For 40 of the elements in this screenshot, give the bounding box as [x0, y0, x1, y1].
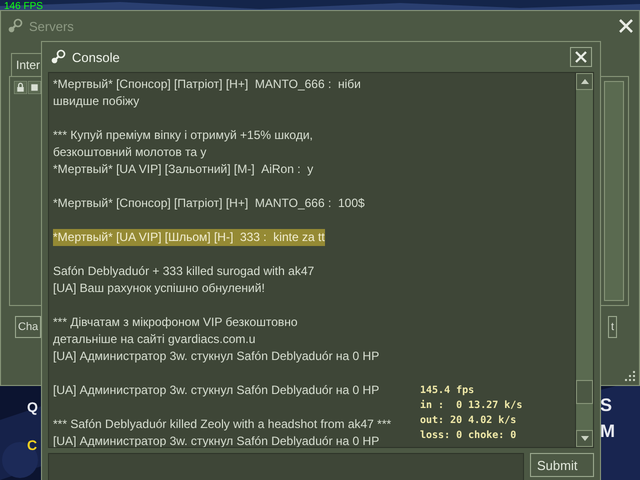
menu-text[interactable]: Q	[27, 397, 38, 417]
scroll-up-button[interactable]	[576, 73, 593, 90]
console-line: безкоштовний молотов та у	[53, 144, 206, 161]
down-arrow-icon	[580, 436, 588, 441]
console-line: *** Купуй преміум віпку і отримуй +15% шкоди,	[53, 127, 313, 144]
menu-text[interactable]: S	[600, 395, 615, 415]
console-line: *** Дівчатам з мікрофоном VIP безкоштовно	[53, 314, 298, 331]
net-graph-text: out: 20 4.02 k/s	[420, 414, 518, 428]
server-button[interactable]: Cha	[15, 316, 42, 338]
console-line: детальніше на сайті gvardiacs.com.u	[53, 331, 256, 348]
console-line: Safón Deblyaduór + 333 killed surogad with ak47	[53, 263, 314, 280]
net-graph-text: 145.4 fps	[420, 384, 476, 398]
close-icon	[575, 51, 587, 63]
menu-text[interactable]: M	[600, 421, 615, 441]
console-line: [UA] Администратор 3w. стукнул Safón Deblyaduór на 0 HP	[53, 382, 380, 399]
scrollbar[interactable]	[604, 81, 624, 301]
net-graph-text: in : 0 13.27 k/s	[420, 398, 522, 413]
command-input[interactable]	[48, 453, 524, 480]
menu-text[interactable]: C	[27, 435, 38, 455]
close-button[interactable]	[570, 47, 592, 67]
submit-button[interactable]: Submit	[530, 453, 594, 477]
lock-icon[interactable]	[14, 81, 27, 94]
console-line: *Мертвый* [Спонсор] [Патріот] [Н+] MANTO_666 : ніби	[53, 76, 361, 93]
console-line: *** Safón Deblyaduór killed Zeoly with a headshot from ak47 ***	[53, 416, 392, 433]
resize-grip-icon[interactable]	[625, 371, 635, 381]
console-line: швидше побіжу	[53, 93, 140, 110]
scrollbar-thumb[interactable]	[576, 380, 593, 404]
server-button[interactable]: t	[608, 316, 617, 338]
close-icon[interactable]	[619, 19, 633, 33]
fps-counter: 146 FPS	[4, 1, 43, 12]
console-line: [UA] Администратор 3w. стукнул Safón Deblyaduór на 0 HP	[53, 348, 380, 365]
console-line: *Мертвый* [Спонсор] [Патріот] [Н+] MANTO_666 : 100$	[53, 195, 365, 212]
net-graph-text: loss: 0 choke: 0	[420, 429, 518, 443]
console-line: *Мертвый* [UA VIP] [Зальотний] [М-] AiRon : у	[53, 161, 314, 178]
scroll-down-button[interactable]	[576, 430, 593, 447]
window-title: Servers	[29, 18, 74, 34]
console-line: [UA] Ваш рахунок успішно обнулений!	[53, 280, 265, 297]
window-title: Console	[72, 50, 120, 64]
up-arrow-icon	[580, 79, 588, 84]
square-icon[interactable]	[28, 81, 41, 94]
